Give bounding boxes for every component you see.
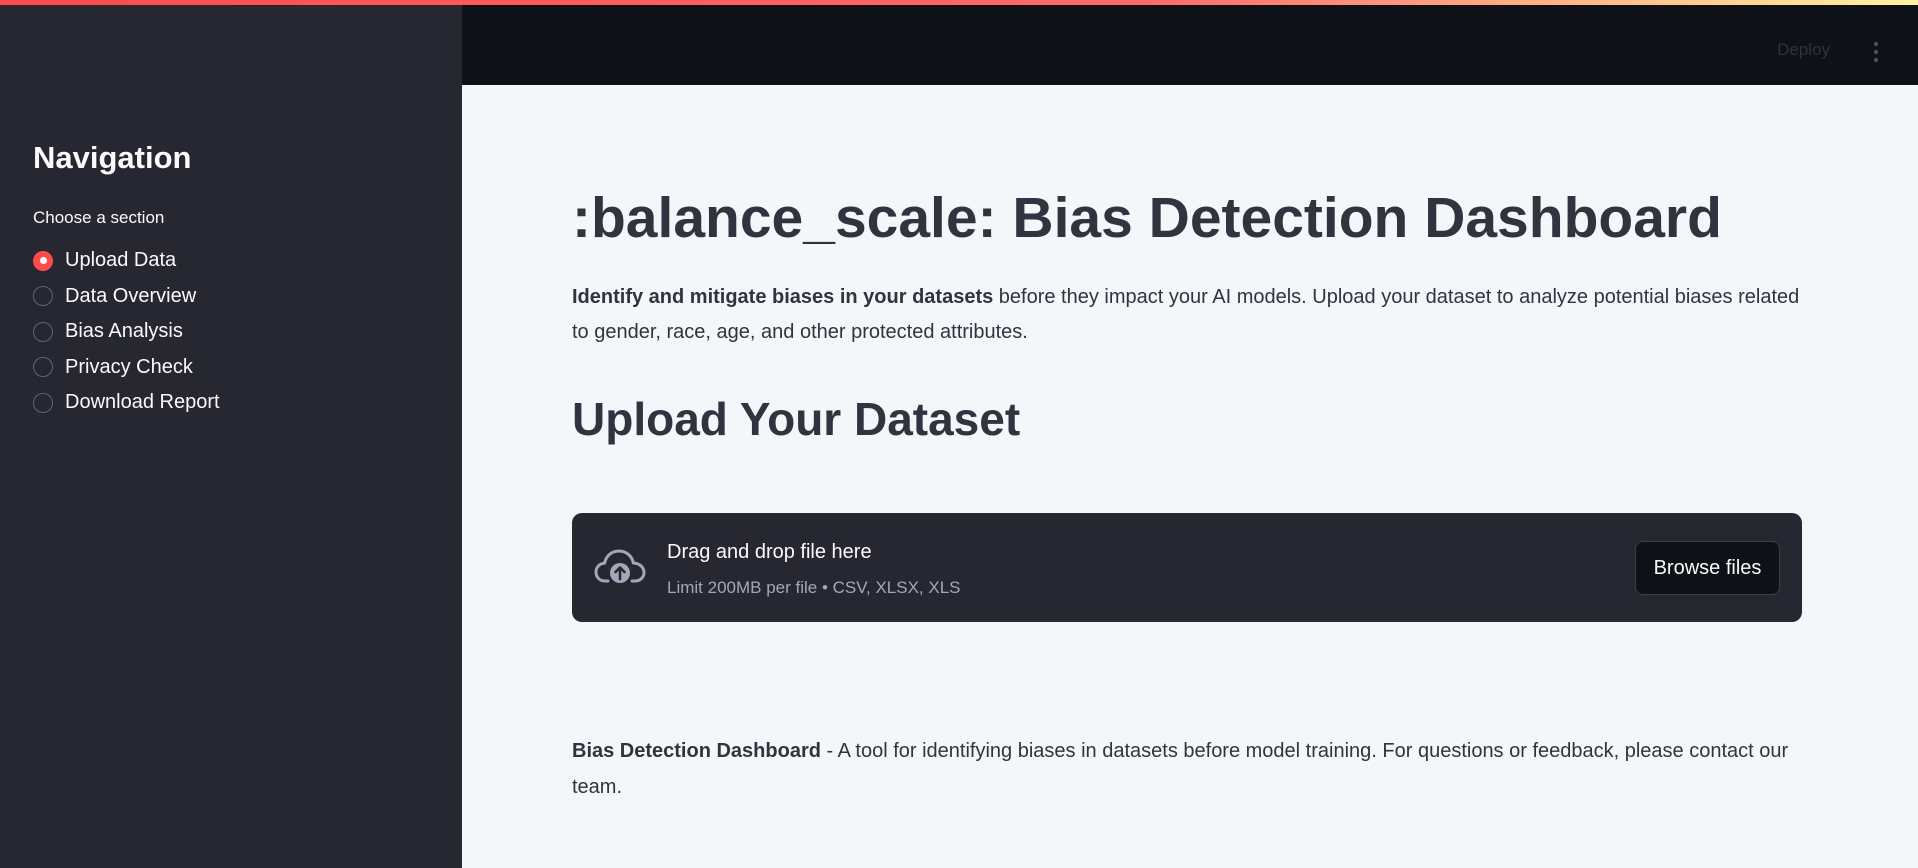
radio-label-data-overview: Data Overview <box>65 284 197 307</box>
dropzone-limit-text: Limit 200MB per file • CSV, XLSX, XLS <box>667 578 961 597</box>
radio-button[interactable] <box>33 392 53 413</box>
sidebar: Navigation Choose a section Upload Data … <box>0 0 462 868</box>
cloud-upload-icon <box>594 549 646 583</box>
radio-upload-data[interactable]: Upload Data <box>33 243 220 279</box>
radio-bias-analysis[interactable]: Bias Analysis <box>33 314 220 350</box>
radio-button[interactable] <box>33 321 53 342</box>
radio-data-overview[interactable]: Data Overview <box>33 279 220 315</box>
section-radio-group: Upload Data Data Overview Bias Analysis … <box>33 243 220 421</box>
intro-text: Identify and mitigate biases in your dat… <box>572 280 1802 350</box>
intro-bold: Identify and mitigate biases in your dat… <box>572 286 994 308</box>
app-header: Deploy <box>462 0 1918 85</box>
menu-dot <box>1874 42 1878 46</box>
radio-button[interactable] <box>33 286 53 307</box>
radio-privacy-check[interactable]: Privacy Check <box>33 350 220 386</box>
file-uploader-label: Choose a CSV or Excel file <box>572 480 778 499</box>
radio-label-privacy-check: Privacy Check <box>65 355 193 378</box>
footer-bold: Bias Detection Dashboard <box>572 740 821 762</box>
menu-dot <box>1874 58 1878 62</box>
sidebar-title: Navigation <box>33 140 192 175</box>
menu-dot <box>1874 50 1878 54</box>
radio-download-report[interactable]: Download Report <box>33 385 220 421</box>
radio-label-upload-data: Upload Data <box>65 249 177 272</box>
more-vertical-icon[interactable] <box>1874 42 1878 62</box>
top-decoration-bar <box>0 0 1918 5</box>
radio-button-selected[interactable] <box>33 250 53 271</box>
deploy-button[interactable]: Deploy <box>1777 40 1830 60</box>
page-title: :balance_scale: Bias Detection Dashboard <box>572 186 1722 250</box>
upload-heading: Upload Your Dataset <box>572 393 1021 445</box>
dropzone-title: Drag and drop file here <box>667 541 872 563</box>
radio-label-download-report: Download Report <box>65 391 220 414</box>
footer-text: Bias Detection Dashboard - A tool for id… <box>572 733 1802 805</box>
browse-files-button[interactable]: Browse files <box>1635 541 1780 595</box>
radio-label-bias-analysis: Bias Analysis <box>65 320 183 343</box>
radio-group-label: Choose a section <box>33 208 165 227</box>
file-dropzone[interactable]: Drag and drop file here Limit 200MB per … <box>572 513 1802 622</box>
radio-button[interactable] <box>33 357 53 378</box>
